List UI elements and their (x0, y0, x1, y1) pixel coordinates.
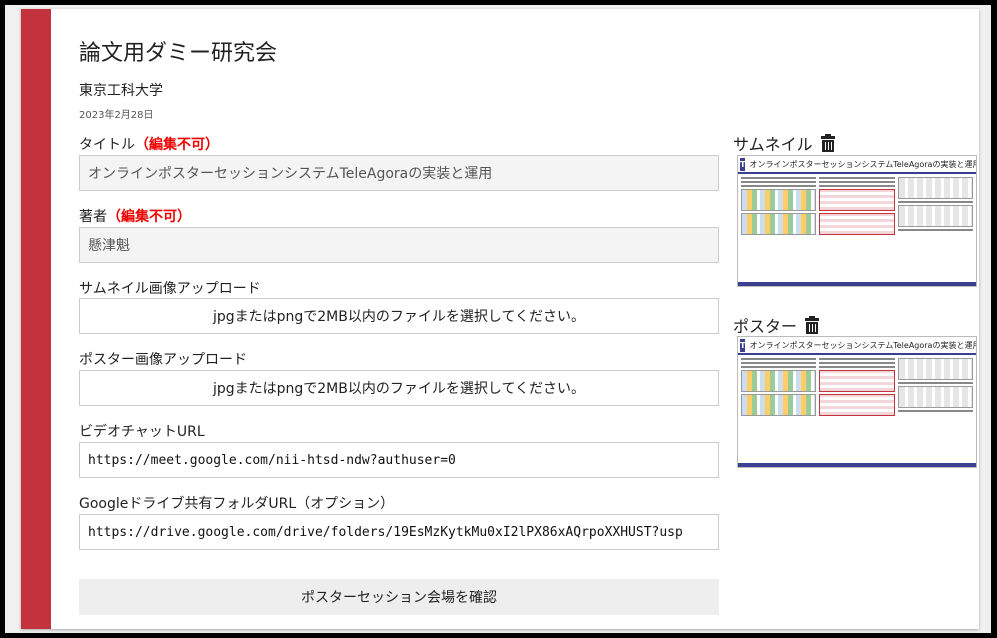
organization: 東京工科大学 (79, 83, 163, 99)
thumbnail-label: サムネイル (733, 135, 813, 154)
poster-title: オンラインポスターセッションシステムTeleAgoraの実装と運用 (749, 159, 977, 169)
poster-preview: T オンラインポスターセッションシステムTeleAgoraの実装と運用 (737, 336, 977, 468)
author-readonly-note: （編集不可） (107, 209, 191, 225)
poster-file-input[interactable]: jpgまたはpngで2MB以内のファイルを選択してください。 (79, 370, 719, 406)
poster-upload-label: ポスター画像アップロード (79, 352, 247, 368)
poster-label: ポスター (733, 317, 798, 336)
poster-heading: ポスター (733, 313, 820, 337)
poster-logo-icon: T (740, 338, 746, 352)
confirm-venue-button[interactable]: ポスターセッション会場を確認 (79, 579, 719, 615)
drive-url-label: Googleドライブ共有フォルダURL（オプション） (79, 496, 395, 512)
author-label: 著者（編集不可） (79, 209, 191, 225)
poster-title: オンラインポスターセッションシステムTeleAgoraの実装と運用 (749, 340, 977, 350)
drive-url-input[interactable]: https://drive.google.com/drive/folders/1… (79, 514, 719, 550)
event-date: 2023年2月28日 (79, 110, 154, 121)
page-title: 論文用ダミー研究会 (79, 41, 278, 66)
thumbnail-upload-label: サムネイル画像アップロード (79, 281, 261, 297)
presentation-card: 論文用ダミー研究会 東京工科大学 2023年2月28日 タイトル（編集不可） オ… (21, 9, 979, 629)
app-frame: 論文用ダミー研究会 東京工科大学 2023年2月28日 タイトル（編集不可） オ… (5, 5, 991, 633)
trash-icon[interactable] (820, 133, 835, 152)
thumbnail-file-input[interactable]: jpgまたはpngで2MB以内のファイルを選択してください。 (79, 298, 719, 334)
thumbnail-heading: サムネイル (733, 131, 835, 155)
video-url-input[interactable]: https://meet.google.com/nii-htsd-ndw?aut… (79, 442, 719, 478)
author-field: 懸津魁 (79, 227, 719, 263)
accent-bar (21, 9, 51, 629)
title-readonly-note: （編集不可） (135, 137, 219, 153)
trash-icon[interactable] (805, 315, 820, 334)
thumbnail-preview: T オンラインポスターセッションシステムTeleAgoraの実装と運用 (737, 155, 977, 287)
title-field: オンラインポスターセッションシステムTeleAgoraの実装と運用 (79, 155, 719, 191)
poster-logo-icon: T (740, 157, 746, 171)
video-url-label: ビデオチャットURL (79, 424, 205, 440)
title-label: タイトル（編集不可） (79, 137, 219, 153)
